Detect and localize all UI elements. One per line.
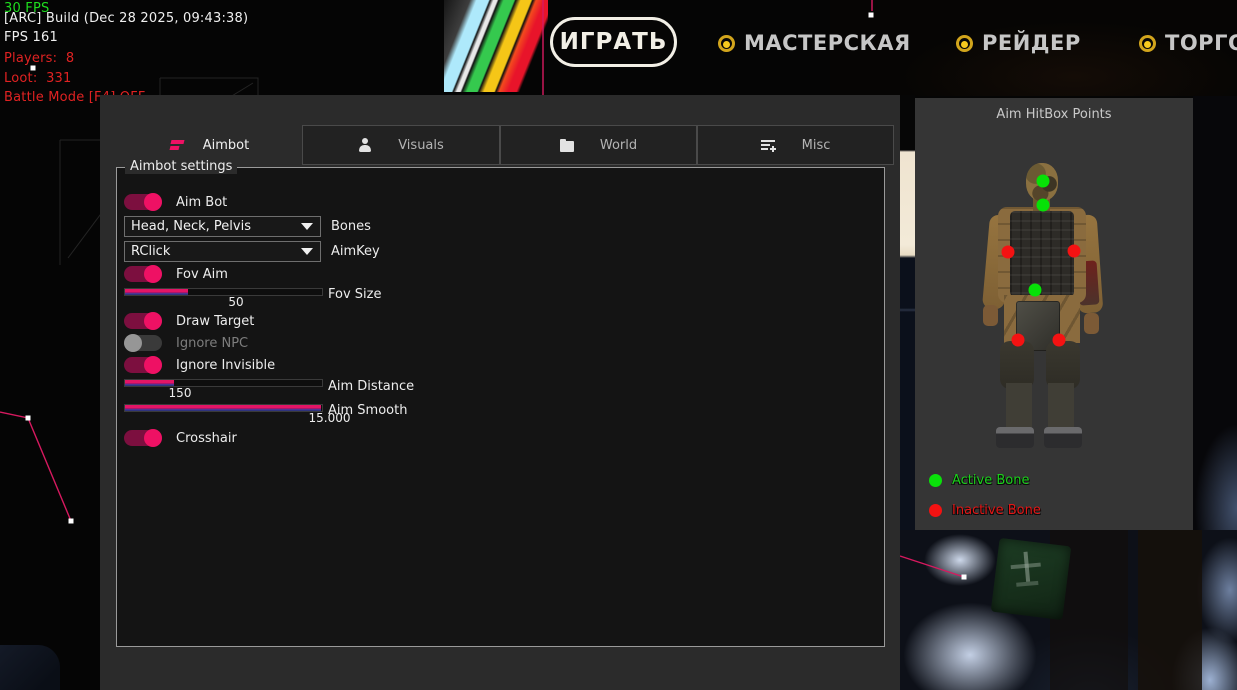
scene-dark-column: [1138, 530, 1202, 690]
toggle-knob: [124, 334, 142, 352]
hitbox-model-points: [970, 155, 1120, 455]
ignore-invisible-label: Ignore Invisible: [176, 358, 275, 373]
fov-aim-toggle[interactable]: [124, 266, 162, 282]
menu-item-raider[interactable]: РЕЙДЕР: [956, 30, 1081, 56]
flag-icon: [169, 139, 185, 152]
fov-aim-label: Fov Aim: [176, 267, 228, 282]
tab-world[interactable]: World: [500, 125, 697, 165]
toggle-knob: [144, 312, 162, 330]
tab-label: Misc: [802, 138, 831, 153]
menu-item-workshop[interactable]: МАСТЕРСКАЯ: [718, 30, 911, 56]
bone-dot-right-thigh[interactable]: [1053, 334, 1066, 347]
legend-active-bone: Active Bone: [929, 473, 1029, 488]
legend-label: Active Bone: [952, 473, 1029, 488]
person-icon: [358, 138, 372, 152]
tab-label: Visuals: [398, 138, 444, 153]
bones-dropdown-value: Head, Neck, Pelvis: [125, 219, 251, 234]
aim-bot-label: Aim Bot: [176, 195, 227, 210]
aimbot-settings-group: Aimbot settings Aim Bot Head, Neck, Pelv…: [116, 167, 885, 647]
aim-smooth-slider[interactable]: [124, 404, 323, 412]
legend-inactive-bone: Inactive Bone: [929, 503, 1041, 518]
crosshair-row: Crosshair: [124, 430, 237, 446]
hud-fps: FPS 161: [4, 30, 58, 45]
bone-dot-head[interactable]: [1037, 175, 1050, 188]
tab-visuals[interactable]: Visuals: [302, 125, 500, 165]
red-dot-icon: [929, 504, 942, 517]
player-model: [970, 155, 1120, 455]
sliders-icon: [761, 139, 776, 152]
ignore-npc-toggle[interactable]: [124, 335, 162, 351]
crosshair-label: Crosshair: [176, 431, 237, 446]
rainbow-stripes: [444, 0, 548, 92]
tab-label: Aimbot: [203, 138, 249, 153]
bone-dot-neck[interactable]: [1037, 199, 1050, 212]
toggle-knob: [144, 265, 162, 283]
tab-misc[interactable]: Misc: [697, 125, 894, 165]
aim-distance-slider[interactable]: [124, 379, 323, 387]
game-scene-bottom-right: [900, 530, 1237, 690]
ignore-invisible-row: Ignore Invisible: [124, 357, 275, 373]
group-title: Aimbot settings: [125, 159, 237, 174]
aim-smooth-label: Aim Smooth: [328, 403, 407, 418]
bone-dot-left-shoulder[interactable]: [1002, 246, 1015, 259]
tab-label: World: [600, 138, 637, 153]
chevron-down-icon: [301, 248, 313, 255]
rainbow-logo: [444, 0, 548, 92]
aimkey-dropdown-value: RClick: [125, 244, 170, 259]
toggle-knob: [144, 193, 162, 211]
coin-icon: [1139, 35, 1156, 52]
legend-label: Inactive Bone: [952, 503, 1041, 518]
aim-hitbox-panel: Aim HitBox Points Active Bone Inactive B…: [915, 98, 1193, 530]
toggle-knob: [144, 356, 162, 374]
hud-players: Players: 8: [4, 51, 74, 66]
aim-distance-value: 150: [160, 386, 200, 400]
fov-size-value: 50: [216, 295, 256, 309]
green-dot-icon: [929, 474, 942, 487]
fov-size-label: Fov Size: [328, 287, 381, 302]
bone-dot-pelvis[interactable]: [1029, 284, 1042, 297]
slider-fill: [125, 289, 188, 295]
aim-distance-label: Aim Distance: [328, 379, 414, 394]
crosshair-toggle[interactable]: [124, 430, 162, 446]
bones-label: Bones: [331, 219, 371, 234]
coin-icon: [718, 35, 735, 52]
ignore-npc-label: Ignore NPC: [176, 336, 248, 351]
menu-item-label: РЕЙДЕР: [982, 31, 1081, 55]
game-scene-right-strip: [1193, 96, 1237, 530]
bone-dot-left-thigh[interactable]: [1012, 334, 1025, 347]
folder-icon: [560, 141, 574, 152]
chevron-down-icon: [301, 223, 313, 230]
draw-target-row: Draw Target: [124, 313, 254, 329]
draw-target-label: Draw Target: [176, 314, 254, 329]
toggle-knob: [144, 429, 162, 447]
aim-bot-toggle[interactable]: [124, 194, 162, 210]
exit-sign: [991, 538, 1071, 620]
slider-fill: [125, 405, 321, 411]
cheat-menu-panel: Aimbot Visuals World Misc Aimbot setting…: [100, 95, 900, 690]
aimkey-dropdown[interactable]: RClick: [124, 241, 321, 262]
hud-loot: Loot: 331: [4, 71, 71, 86]
aimkey-label: AimKey: [331, 244, 380, 259]
ignore-npc-row: Ignore NPC: [124, 335, 248, 351]
bones-dropdown[interactable]: Head, Neck, Pelvis: [124, 216, 321, 237]
fov-aim-row: Fov Aim: [124, 266, 228, 282]
coin-icon: [956, 35, 973, 52]
bone-dot-right-shoulder[interactable]: [1068, 245, 1081, 258]
draw-target-toggle[interactable]: [124, 313, 162, 329]
hitbox-panel-title: Aim HitBox Points: [915, 107, 1193, 122]
menu-item-trade[interactable]: ТОРГО: [1139, 30, 1237, 56]
play-button[interactable]: ИГРАТЬ: [550, 17, 677, 67]
aim-bot-row: Aim Bot: [124, 194, 227, 210]
hud-build-info: [ARC] Build (Dec 28 2025, 09:43:38): [4, 11, 248, 26]
ignore-invisible-toggle[interactable]: [124, 357, 162, 373]
game-scene-bottom-left: [0, 645, 60, 690]
menu-item-label: ТОРГО: [1165, 31, 1237, 55]
menu-item-label: МАСТЕРСКАЯ: [744, 31, 911, 55]
